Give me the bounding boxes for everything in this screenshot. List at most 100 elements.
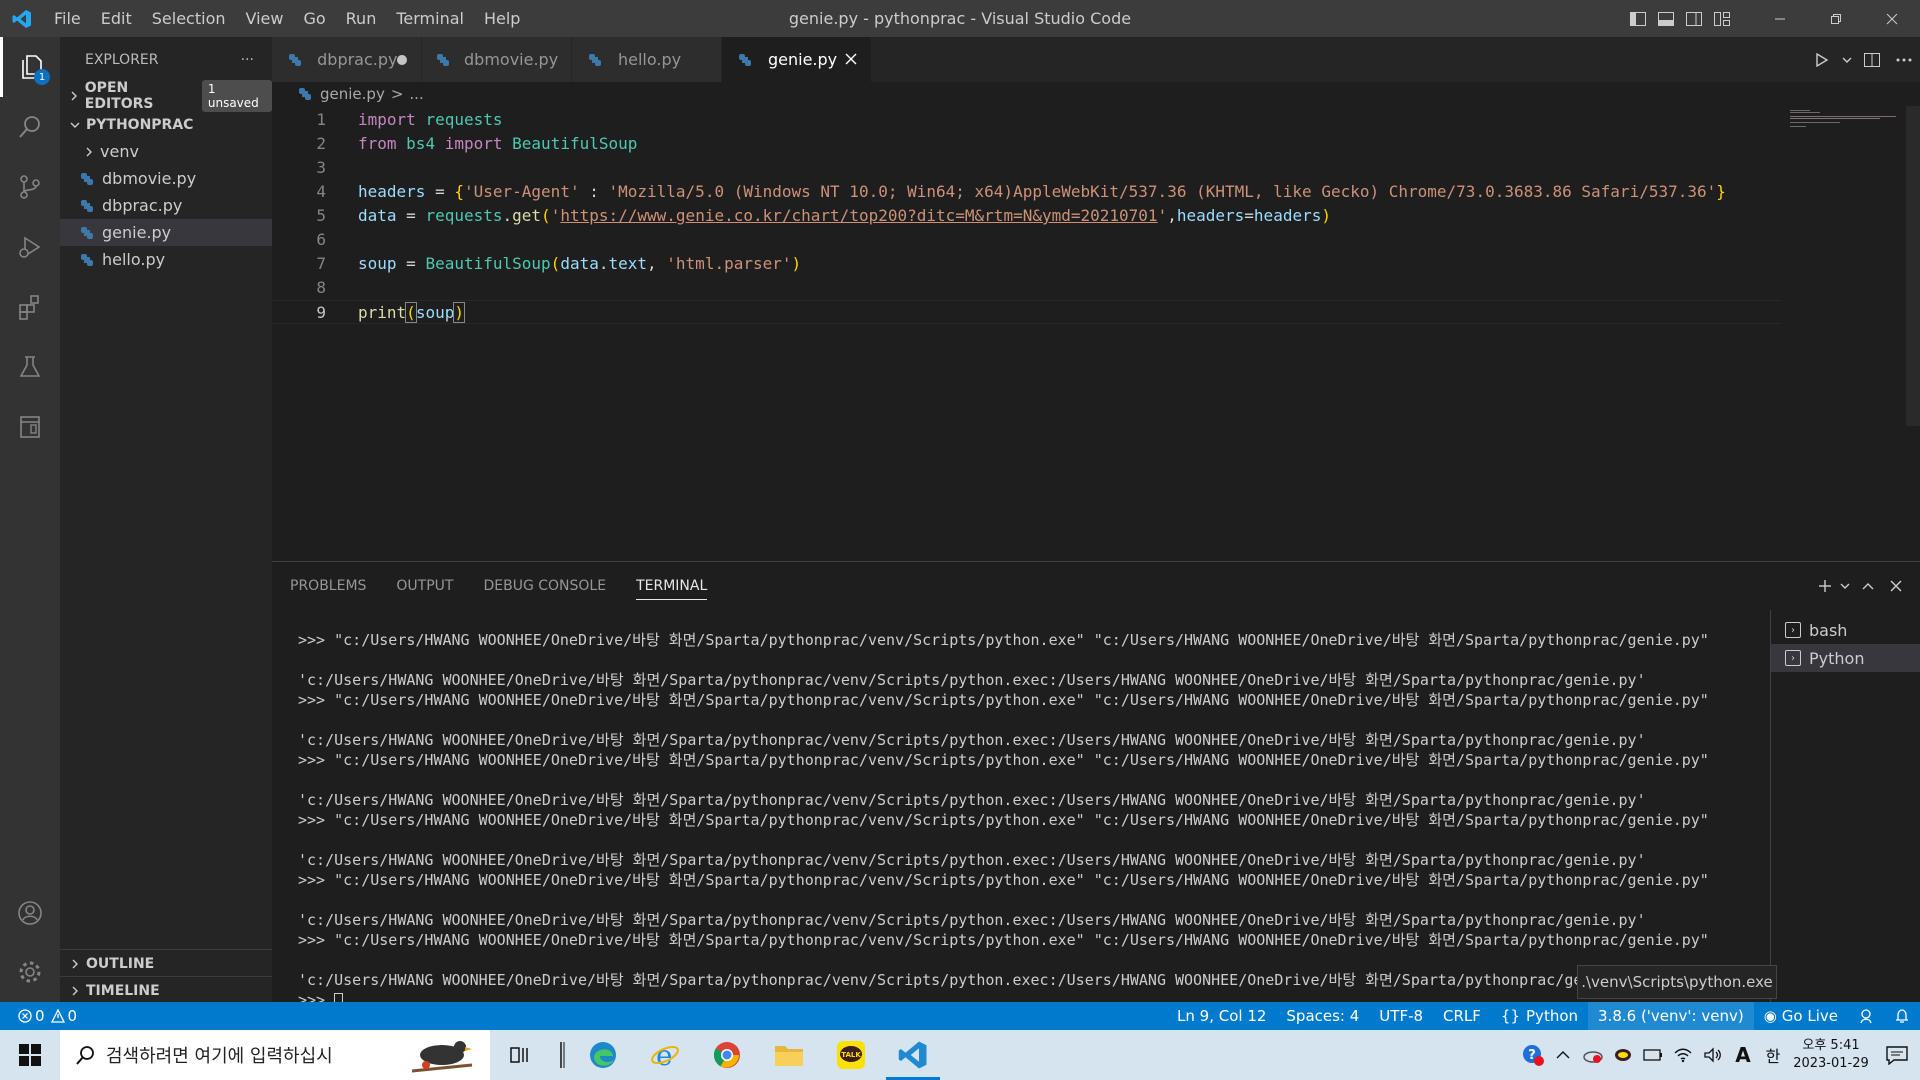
unsaved-badge: 1 unsaved (201, 79, 272, 112)
run-dropdown-chevron-icon[interactable] (1838, 37, 1856, 82)
minimap[interactable] (1790, 108, 1900, 128)
file-hello[interactable]: hello.py (60, 246, 272, 273)
edge-browser-icon[interactable] (572, 1030, 634, 1080)
cursor-position[interactable]: Ln 9, Col 12 (1167, 1002, 1276, 1030)
vscode-taskbar-icon[interactable] (882, 1030, 944, 1080)
tab-dbprac[interactable]: dbprac.py (272, 37, 422, 82)
run-python-icon[interactable] (1806, 37, 1838, 82)
python-file-icon (436, 53, 450, 67)
chevron-right-icon (66, 91, 83, 101)
error-count: 0 (35, 1007, 45, 1025)
unsaved-dot-icon[interactable] (397, 54, 407, 65)
menu-terminal[interactable]: Terminal (386, 0, 474, 37)
search-icon[interactable] (0, 97, 60, 157)
split-editor-icon[interactable] (1856, 37, 1888, 82)
restore-icon[interactable] (1808, 0, 1864, 37)
tab-genie[interactable]: genie.py (722, 37, 872, 82)
show-hidden-icons-chevron-icon[interactable] (1548, 1030, 1578, 1080)
indentation[interactable]: Spaces: 4 (1276, 1002, 1369, 1030)
help-icon[interactable]: ? (1518, 1030, 1548, 1080)
system-clock[interactable]: 오후 5:41 2023-01-29 (1788, 1030, 1874, 1080)
remote-explorer-icon[interactable] (0, 397, 60, 457)
task-view-icon[interactable] (490, 1030, 552, 1080)
folder-venv[interactable]: venv (60, 138, 272, 165)
terminal-python[interactable]: › Python (1771, 644, 1920, 672)
font-icon[interactable]: A (1728, 1030, 1758, 1080)
toggle-secondary-sidebar-icon[interactable] (1680, 0, 1708, 37)
tab-output[interactable]: OUTPUT (396, 562, 453, 610)
tab-debug-console[interactable]: DEBUG CONSOLE (483, 562, 606, 610)
menu-file[interactable]: File (44, 0, 91, 37)
problems-status[interactable]: 0 0 (0, 1002, 77, 1030)
terminal-icon: › (1785, 622, 1801, 638)
manage-gear-icon[interactable] (0, 942, 60, 1002)
more-actions-icon[interactable]: ··· (241, 52, 254, 68)
open-editors-section[interactable]: OPEN EDITORS 1 unsaved (60, 79, 272, 112)
maximize-panel-chevron-up-icon[interactable] (1854, 562, 1882, 610)
menu-help[interactable]: Help (474, 0, 530, 37)
project-section[interactable]: PYTHONPRAC (60, 111, 272, 138)
activity-bar: 1 (0, 37, 60, 1002)
tab-terminal[interactable]: TERMINAL (636, 562, 708, 610)
terminal-dropdown-chevron-icon[interactable] (1836, 562, 1854, 610)
braces-icon: {} (1500, 1007, 1521, 1025)
encoding[interactable]: UTF-8 (1369, 1002, 1433, 1030)
volume-icon[interactable] (1698, 1030, 1728, 1080)
windows-start-icon[interactable] (0, 1030, 60, 1080)
tray-app-icon[interactable] (1578, 1030, 1608, 1080)
chrome-browser-icon[interactable] (696, 1030, 758, 1080)
source-control-icon[interactable] (0, 157, 60, 217)
menu-edit[interactable]: Edit (91, 0, 142, 37)
explorer-icon[interactable]: 1 (0, 37, 60, 97)
tab-dbmovie[interactable]: dbmovie.py (422, 37, 572, 82)
wifi-icon[interactable] (1668, 1030, 1698, 1080)
action-center-icon[interactable] (1874, 1030, 1920, 1080)
menu-selection[interactable]: Selection (142, 0, 236, 37)
minimize-icon[interactable] (1752, 0, 1808, 37)
close-window-icon[interactable] (1864, 0, 1920, 37)
new-terminal-plus-icon[interactable] (1814, 562, 1836, 610)
accounts-icon[interactable] (0, 883, 60, 943)
file-dbmovie[interactable]: dbmovie.py (60, 165, 272, 192)
menu-run[interactable]: Run (336, 0, 387, 37)
go-live-button[interactable]: ◉ Go Live (1754, 1002, 1848, 1030)
more-actions-icon[interactable] (1888, 37, 1920, 82)
breadcrumb-symbol[interactable]: ... (409, 85, 423, 103)
file-explorer-icon[interactable] (758, 1030, 820, 1080)
kakaotalk-icon[interactable]: TALK (820, 1030, 882, 1080)
language-mode[interactable]: {} Python (1491, 1002, 1588, 1030)
kakao-tray-icon[interactable] (1608, 1030, 1638, 1080)
breadcrumb-file[interactable]: genie.py (320, 85, 385, 103)
battery-icon[interactable] (1638, 1030, 1668, 1080)
feedback-icon[interactable] (1848, 1002, 1884, 1030)
file-label: hello.py (102, 250, 166, 269)
internet-explorer-icon[interactable]: e (634, 1030, 696, 1080)
tab-label: genie.py (768, 50, 838, 69)
ime-indicator[interactable]: 한 (1758, 1030, 1788, 1080)
menu-go[interactable]: Go (293, 0, 335, 37)
code-editor[interactable]: 1 import requests 2 from bs4 import Beauti… (272, 106, 1920, 561)
tab-problems[interactable]: PROBLEMS (290, 562, 366, 610)
line-endings[interactable]: CRLF (1433, 1002, 1491, 1030)
terminal-output[interactable]: >>> "c:/Users/HWANG WOONHEE/OneDrive/바탕 … (272, 610, 1770, 1003)
outline-section[interactable]: OUTLINE (60, 950, 272, 977)
python-interpreter[interactable]: 3.8.6 ('venv': venv) (1588, 1002, 1754, 1030)
close-panel-icon[interactable] (1882, 562, 1910, 610)
toggle-panel-icon[interactable] (1652, 0, 1680, 37)
tab-hello[interactable]: hello.py (572, 37, 722, 82)
editor-scrollbar[interactable] (1906, 106, 1920, 426)
file-genie[interactable]: genie.py (60, 219, 272, 246)
file-dbprac[interactable]: dbprac.py (60, 192, 272, 219)
url-link[interactable]: https://www.genie.co.kr/chart/top200?dit… (560, 206, 1157, 225)
menu-view[interactable]: View (236, 0, 294, 37)
notifications-bell-icon[interactable] (1884, 1002, 1920, 1030)
taskbar-search[interactable]: 검색하려면 여기에 입력하십시 (60, 1030, 490, 1080)
run-debug-icon[interactable] (0, 217, 60, 277)
close-tab-icon[interactable] (845, 50, 857, 69)
terminal-bash[interactable]: › bash (1771, 616, 1920, 644)
timeline-section[interactable]: TIMELINE (60, 977, 272, 1004)
extensions-icon[interactable] (0, 277, 60, 337)
toggle-sidebar-icon[interactable] (1624, 0, 1652, 37)
customize-layout-icon[interactable] (1708, 0, 1736, 37)
testing-icon[interactable] (0, 337, 60, 397)
